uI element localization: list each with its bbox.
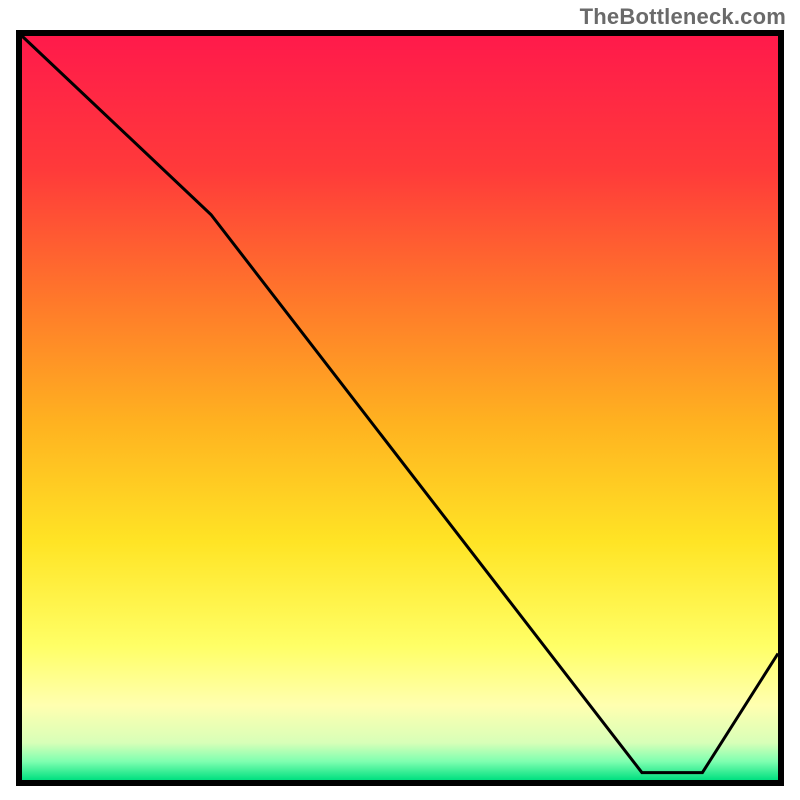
plot-svg <box>22 36 778 780</box>
gradient-background <box>22 36 778 780</box>
watermark-text: TheBottleneck.com <box>580 4 786 30</box>
plot-area <box>16 30 784 786</box>
chart-frame: TheBottleneck.com <box>0 0 800 800</box>
